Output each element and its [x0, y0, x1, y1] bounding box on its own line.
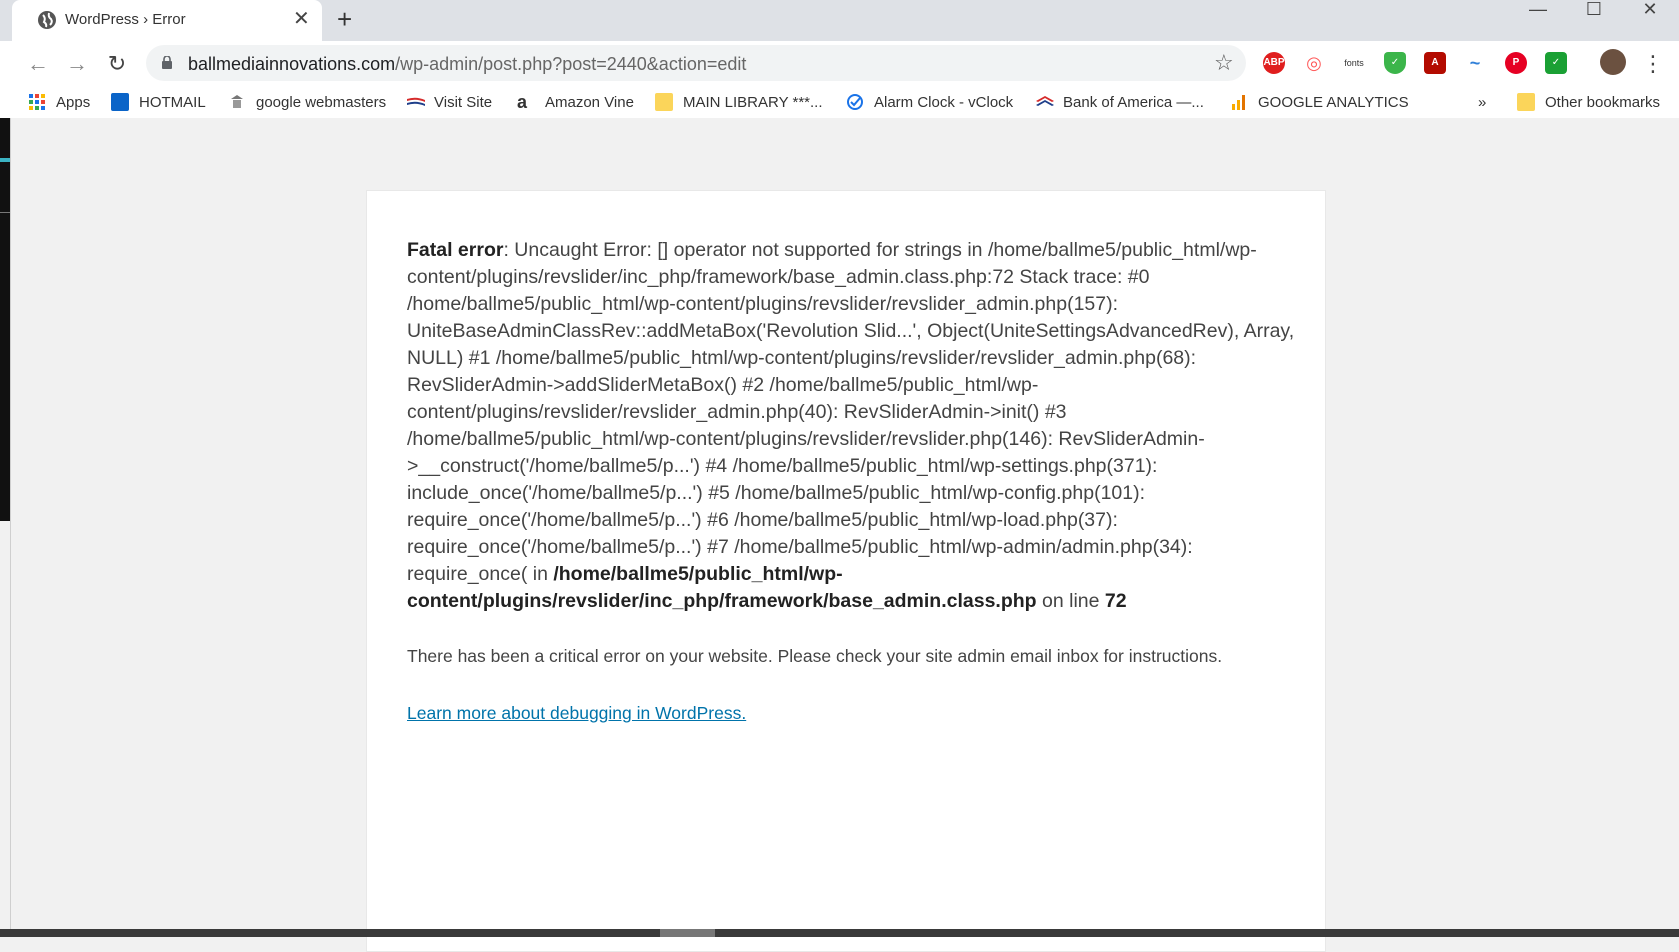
lock-icon[interactable]	[162, 55, 172, 69]
bookmark-label: Alarm Clock - vClock	[874, 93, 1014, 111]
bookmark-label: Bank of America —...	[1063, 93, 1204, 111]
bank-of-america-icon	[1035, 93, 1054, 111]
fatal-error-text: : Uncaught Error: [] operator not suppor…	[407, 239, 1295, 585]
bookmark-google-webmasters[interactable]: google webmasters	[228, 91, 386, 113]
forward-button[interactable]: →	[64, 51, 90, 77]
fatal-error-message: Fatal error: Uncaught Error: [] operator…	[407, 237, 1297, 615]
apps-grid-icon	[28, 93, 46, 111]
tab-close-icon[interactable]: ✕	[293, 8, 310, 30]
close-window-button[interactable]: ✕	[1622, 0, 1678, 20]
bookmark-amazon-vine[interactable]: a Amazon Vine	[517, 91, 634, 113]
url-path: /wp-admin/post.php?post=2440&action=edit	[395, 54, 747, 74]
checkmark-icon[interactable]: ✓	[1545, 52, 1567, 74]
globe-icon	[37, 10, 57, 30]
tab-title: WordPress › Error	[65, 11, 186, 28]
tab-strip: WordPress › Error ✕ + — ☐ ✕	[0, 0, 1679, 41]
bookmarks-bar: Apps HOTMAIL google webmasters Visit Sit…	[0, 86, 1679, 119]
avatar[interactable]	[1600, 49, 1626, 75]
address-bar[interactable]: ballmediainnovations.com/wp-admin/post.p…	[146, 45, 1246, 81]
clock-check-icon	[846, 93, 864, 111]
adblock-plus-icon[interactable]: ABP	[1263, 52, 1285, 74]
folder-icon	[1517, 93, 1535, 111]
webmasters-icon	[228, 93, 246, 111]
on-line-text: on line	[1036, 590, 1105, 612]
url-text[interactable]: ballmediainnovations.com/wp-admin/post.p…	[188, 54, 746, 75]
bookmark-star-icon[interactable]: ☆	[1214, 50, 1234, 76]
bookmark-bank-of-america[interactable]: Bank of America —...	[1035, 91, 1204, 113]
bookmark-label: Visit Site	[434, 93, 493, 111]
bookmark-label: GOOGLE ANALYTICS	[1258, 93, 1409, 111]
error-line-number: 72	[1104, 590, 1127, 612]
folder-icon	[655, 93, 673, 111]
outlook-icon	[111, 93, 129, 111]
bookmark-main-library[interactable]: MAIN LIBRARY ***...	[655, 91, 823, 113]
bookmark-alarm-clock[interactable]: Alarm Clock - vClock	[846, 91, 1013, 113]
learn-more-debugging-link[interactable]: Learn more about debugging in WordPress.	[407, 700, 746, 727]
minimize-button[interactable]: —	[1510, 0, 1566, 20]
bookmark-label: Other bookmarks	[1545, 93, 1661, 111]
horizontal-scrollbar[interactable]	[0, 929, 1679, 937]
amazon-icon: a	[517, 92, 528, 112]
bookmark-visit-site[interactable]: Visit Site	[406, 91, 492, 113]
browser-menu-icon[interactable]: ⋮	[1640, 51, 1666, 77]
bookmark-label: HOTMAIL	[139, 93, 206, 111]
critical-error-message: There has been a critical error on your …	[407, 646, 1223, 666]
bookmark-hotmail[interactable]: HOTMAIL	[111, 91, 206, 113]
bookmark-apps[interactable]: Apps	[28, 91, 90, 113]
error-content: Fatal error: Uncaught Error: [] operator…	[407, 237, 1297, 727]
bookmark-label: MAIN LIBRARY ***...	[683, 93, 823, 111]
fatal-error-label: Fatal error	[407, 239, 504, 261]
other-bookmarks[interactable]: Other bookmarks	[1517, 91, 1660, 113]
bird-icon[interactable]: ~	[1464, 52, 1486, 74]
tab-wordpress-error[interactable]: WordPress › Error ✕	[12, 0, 322, 41]
back-button[interactable]: ←	[25, 51, 51, 77]
bookmarks-overflow-button[interactable]: »	[1478, 91, 1486, 113]
maximize-button[interactable]: ☐	[1566, 0, 1622, 20]
adobe-acrobat-icon[interactable]: A	[1424, 52, 1446, 74]
bookmark-label: Amazon Vine	[545, 93, 634, 111]
background-window-edge	[0, 118, 10, 521]
fonts-icon[interactable]: fonts	[1343, 52, 1365, 74]
bookmark-google-analytics[interactable]: GOOGLE ANALYTICS	[1230, 91, 1409, 113]
browser-toolbar: ← → ↻ ballmediainnovations.com/wp-admin/…	[0, 41, 1679, 86]
bookmark-label: google webmasters	[256, 93, 387, 111]
page-viewport: Fatal error: Uncaught Error: [] operator…	[11, 118, 1679, 952]
shield-check-icon[interactable]: ✓	[1384, 52, 1406, 74]
pinterest-icon[interactable]: P	[1505, 52, 1527, 74]
analytics-icon	[1230, 93, 1248, 111]
error-card: Fatal error: Uncaught Error: [] operator…	[366, 190, 1326, 952]
url-host: ballmediainnovations.com	[188, 54, 396, 74]
reload-button[interactable]: ↻	[104, 51, 130, 77]
new-tab-button[interactable]: +	[337, 5, 352, 33]
flag-icon	[406, 93, 425, 111]
lastpass-icon[interactable]: ◎	[1303, 52, 1325, 74]
bookmark-label: Apps	[56, 93, 91, 111]
